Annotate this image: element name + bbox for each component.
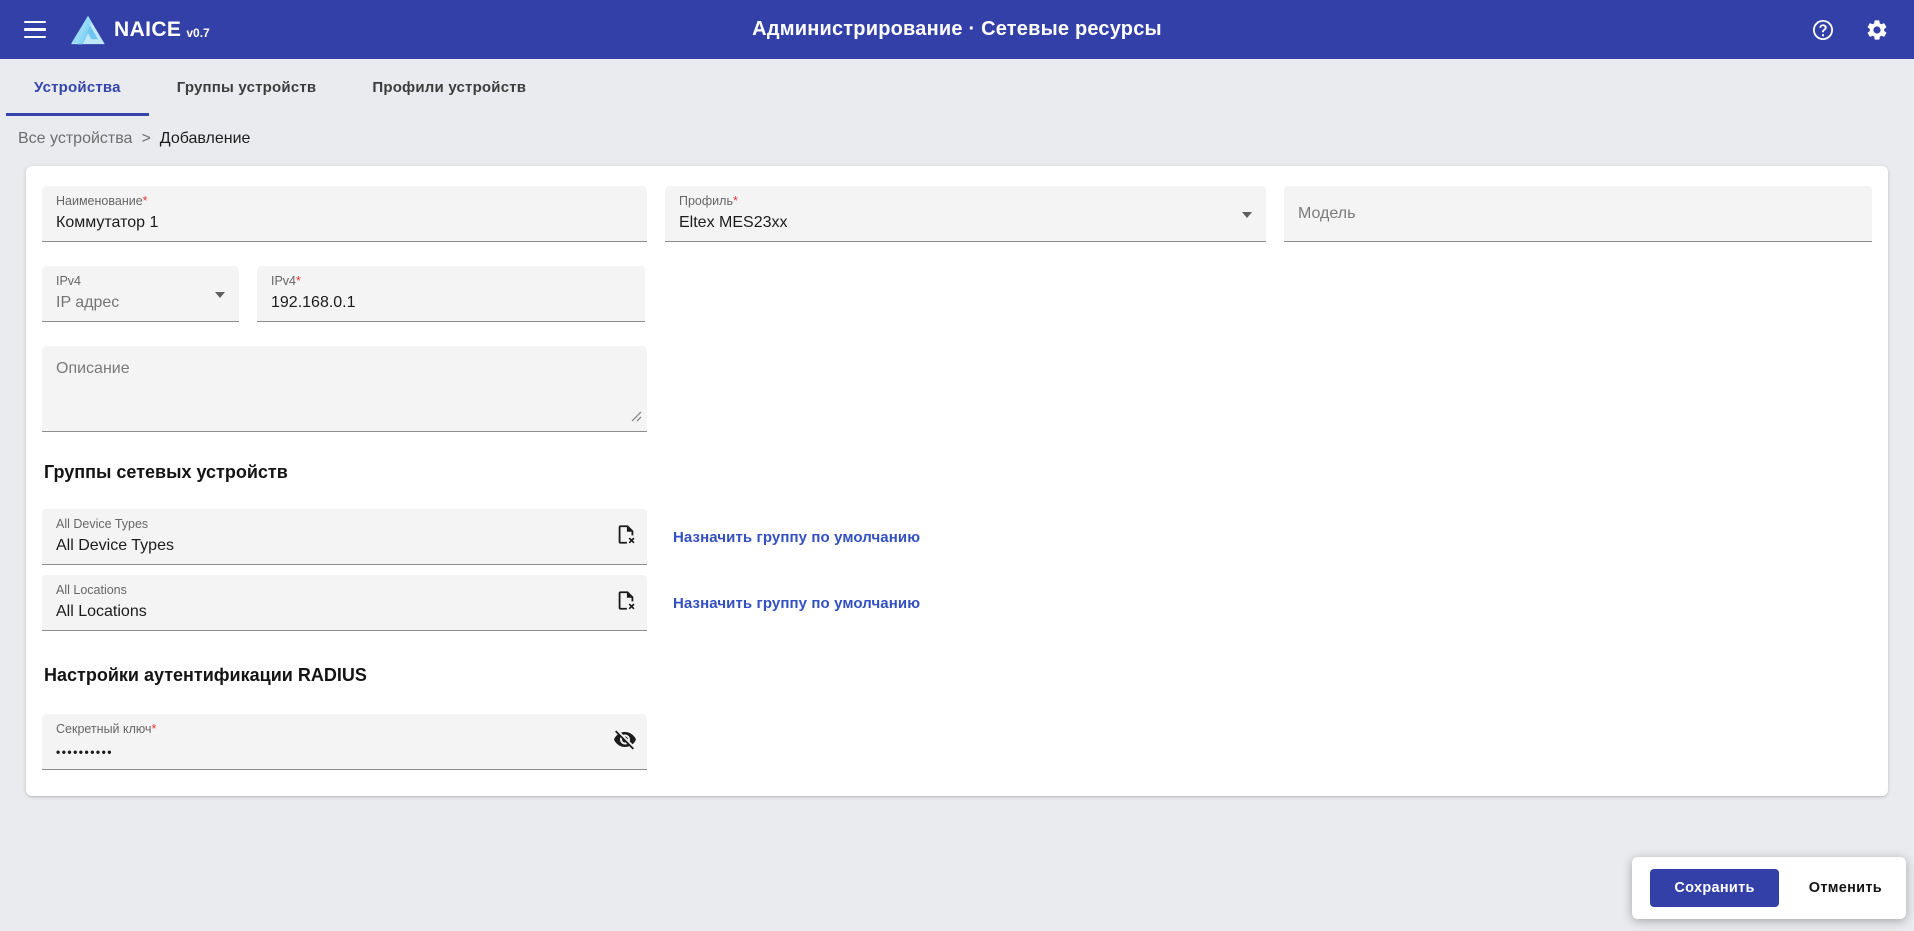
device-types-group-label: All Device Types [56, 517, 633, 532]
cancel-button[interactable]: Отменить [1803, 879, 1888, 897]
profile-select-label: Профиль* [679, 194, 1252, 209]
secret-key-value: •••••••••• [56, 745, 633, 759]
profile-select-value: Eltex MES23xx [679, 213, 1252, 232]
locations-group-label: All Locations [56, 583, 633, 598]
chevron-down-icon [215, 292, 225, 298]
group-row: All Locations All Locations Назначить гр… [42, 575, 1872, 631]
model-field[interactable]: Модель [1284, 186, 1872, 242]
file-remove-icon[interactable] [615, 589, 637, 616]
ipv4-field-label: IPv4* [271, 274, 631, 289]
name-field-label: Наименование* [56, 194, 633, 209]
device-types-group-value: All Device Types [56, 536, 633, 555]
app-name: NAICE [114, 18, 181, 42]
breadcrumb-separator: > [141, 130, 150, 148]
name-field-value: Коммутатор 1 [56, 213, 633, 232]
ip-type-select-label: IPv4 [56, 274, 225, 289]
model-field-placeholder: Модель [1298, 205, 1355, 223]
breadcrumb: Все устройства > Добавление [0, 116, 1914, 148]
breadcrumb-current: Добавление [160, 130, 251, 148]
app-logo: NAICE v0.7 [70, 15, 210, 45]
tab-device-profiles[interactable]: Профили устройств [344, 59, 554, 116]
help-icon[interactable] [1810, 17, 1836, 43]
ip-type-select-value: IP адрес [56, 293, 225, 312]
save-button[interactable]: Сохранить [1650, 869, 1778, 907]
app-header: NAICE v0.7 Администрирование · Сетевые р… [0, 0, 1914, 59]
tab-device-groups[interactable]: Группы устройств [149, 59, 345, 116]
group-row: All Device Types All Device Types Назнач… [42, 509, 1872, 565]
file-remove-icon[interactable] [615, 523, 637, 550]
tab-devices[interactable]: Устройства [6, 59, 149, 116]
assign-default-group-link[interactable]: Назначить группу по умолчанию [673, 595, 920, 612]
form-actions: Сохранить Отменить [1632, 857, 1906, 919]
ipv4-field[interactable]: IPv4* 192.168.0.1 [257, 266, 645, 322]
menu-icon[interactable] [24, 21, 46, 39]
name-field[interactable]: Наименование* Коммутатор 1 [42, 186, 647, 242]
profile-select[interactable]: Профиль* Eltex MES23xx [665, 186, 1266, 242]
tab-bar: Устройства Группы устройств Профили устр… [0, 59, 1914, 116]
eye-off-icon[interactable] [613, 727, 637, 756]
assign-default-group-link[interactable]: Назначить группу по умолчанию [673, 529, 920, 546]
locations-group-field[interactable]: All Locations All Locations [42, 575, 647, 631]
breadcrumb-parent[interactable]: Все устройства [18, 130, 132, 148]
description-placeholder: Описание [56, 360, 130, 377]
secret-key-label: Секретный ключ* [56, 722, 633, 737]
secret-key-field[interactable]: Секретный ключ* •••••••••• [42, 714, 647, 770]
page-title: Администрирование · Сетевые ресурсы [752, 18, 1162, 41]
groups-section-title: Группы сетевых устройств [44, 462, 1870, 483]
app-version: v0.7 [186, 26, 209, 40]
device-form-card: Наименование* Коммутатор 1 Профиль* Elte… [26, 166, 1888, 796]
chevron-down-icon [1242, 212, 1252, 218]
gear-icon[interactable] [1864, 17, 1890, 43]
device-types-group-field[interactable]: All Device Types All Device Types [42, 509, 647, 565]
ipv4-field-value: 192.168.0.1 [271, 293, 631, 312]
resize-handle-icon[interactable] [630, 409, 642, 427]
description-textarea[interactable]: Описание [42, 346, 647, 432]
logo-icon [70, 15, 106, 45]
radius-section-title: Настройки аутентификации RADIUS [44, 665, 1870, 686]
locations-group-value: All Locations [56, 602, 633, 621]
ip-type-select[interactable]: IPv4 IP адрес [42, 266, 239, 322]
